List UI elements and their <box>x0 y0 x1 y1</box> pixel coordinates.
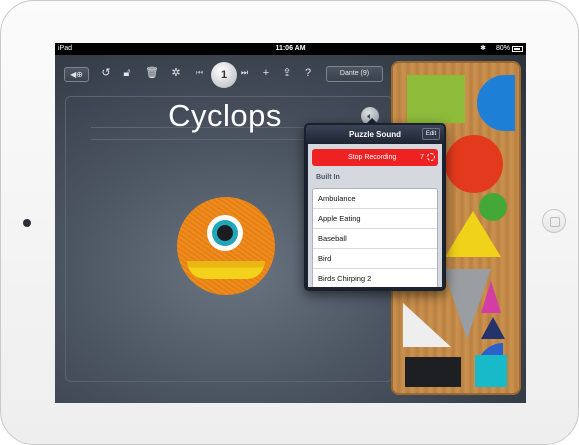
home-square-icon <box>550 217 560 227</box>
cyclops-pupil <box>217 225 233 241</box>
trash-icon[interactable]: 🗑︎ <box>141 55 163 91</box>
recording-count: 7 <box>420 154 424 161</box>
cyclops-mouth <box>187 261 265 279</box>
cyan-square-piece[interactable] <box>475 355 507 387</box>
cyclops-iris <box>212 220 238 246</box>
pink-triangle-piece[interactable] <box>481 281 501 313</box>
shuffle-icon[interactable]: ✲ <box>165 55 187 91</box>
last-page-icon[interactable]: ⏭ <box>241 55 248 91</box>
popover-header: Puzzle Sound Edit <box>306 125 444 144</box>
edit-button[interactable]: Edit <box>422 128 440 140</box>
sound-list-item[interactable]: Bird <box>313 249 437 269</box>
battery-icon <box>512 46 523 52</box>
back-button[interactable]: ◀⊕ <box>64 67 89 82</box>
toolbar: ◀⊕ ↺ 🔓︎ 🗑︎ ✲ ⏮ 1 ⏭ + ⇪ ? Dante (9) <box>55 55 395 91</box>
battery-percent: 80% <box>495 45 510 52</box>
black-rectangle-piece[interactable] <box>405 357 461 387</box>
yellow-triangle-piece[interactable] <box>445 211 501 257</box>
sound-list-item[interactable]: Birds Chirping 2 <box>313 269 437 287</box>
stop-recording-label: Stop Recording <box>348 154 397 161</box>
sound-list-item[interactable]: Apple Eating <box>313 209 437 229</box>
sound-list-item[interactable]: Ambulance <box>313 189 437 209</box>
screen: iPad 11:06 AM ✱ 80% ◀⊕ ↺ 🔓︎ 🗑︎ ✲ ⏮ 1 ⏭ +… <box>55 43 526 403</box>
camera-icon <box>23 219 31 227</box>
cyclops-picture[interactable] <box>177 197 275 295</box>
share-icon[interactable]: ⇪ <box>276 55 298 91</box>
status-bar: iPad 11:06 AM ✱ 80% <box>55 43 526 55</box>
bluetooth-icon: ✱ <box>480 45 486 52</box>
sound-list: Ambulance Apple Eating Baseball Bird Bir… <box>312 188 438 287</box>
built-in-section-header: Built In <box>316 174 340 181</box>
ipad-device: iPad 11:06 AM ✱ 80% ◀⊕ ↺ 🔓︎ 🗑︎ ✲ ⏮ 1 ⏭ +… <box>0 0 579 445</box>
page-number[interactable]: 1 <box>211 62 237 88</box>
navy-triangle-piece[interactable] <box>481 317 505 339</box>
status-time: 11:06 AM <box>275 45 306 52</box>
first-page-icon[interactable]: ⏮ <box>196 55 203 91</box>
green-square-piece[interactable] <box>407 75 465 123</box>
white-triangle-piece[interactable] <box>403 303 451 347</box>
blue-semicircle-piece[interactable] <box>477 75 515 131</box>
undo-icon[interactable]: ↺ <box>95 55 117 91</box>
puzzle-sound-popover: Puzzle Sound Edit Stop Recording 7 Built… <box>304 123 446 291</box>
cyclops-eye <box>207 215 243 251</box>
sound-list-item[interactable]: Baseball <box>313 229 437 249</box>
lock-icon[interactable]: 🔓︎ <box>116 55 138 91</box>
add-button[interactable]: + <box>255 55 277 91</box>
puzzle-title[interactable]: Cyclops <box>155 98 295 134</box>
popover-body: Stop Recording 7 Built In Ambulance Appl… <box>308 144 442 287</box>
user-button[interactable]: Dante (9) <box>326 66 383 82</box>
recording-spinner-icon <box>427 153 435 161</box>
red-circle-piece[interactable] <box>445 135 503 193</box>
stop-recording-button[interactable]: Stop Recording 7 <box>312 149 438 166</box>
home-button[interactable] <box>542 209 566 233</box>
help-button[interactable]: ? <box>297 55 319 91</box>
